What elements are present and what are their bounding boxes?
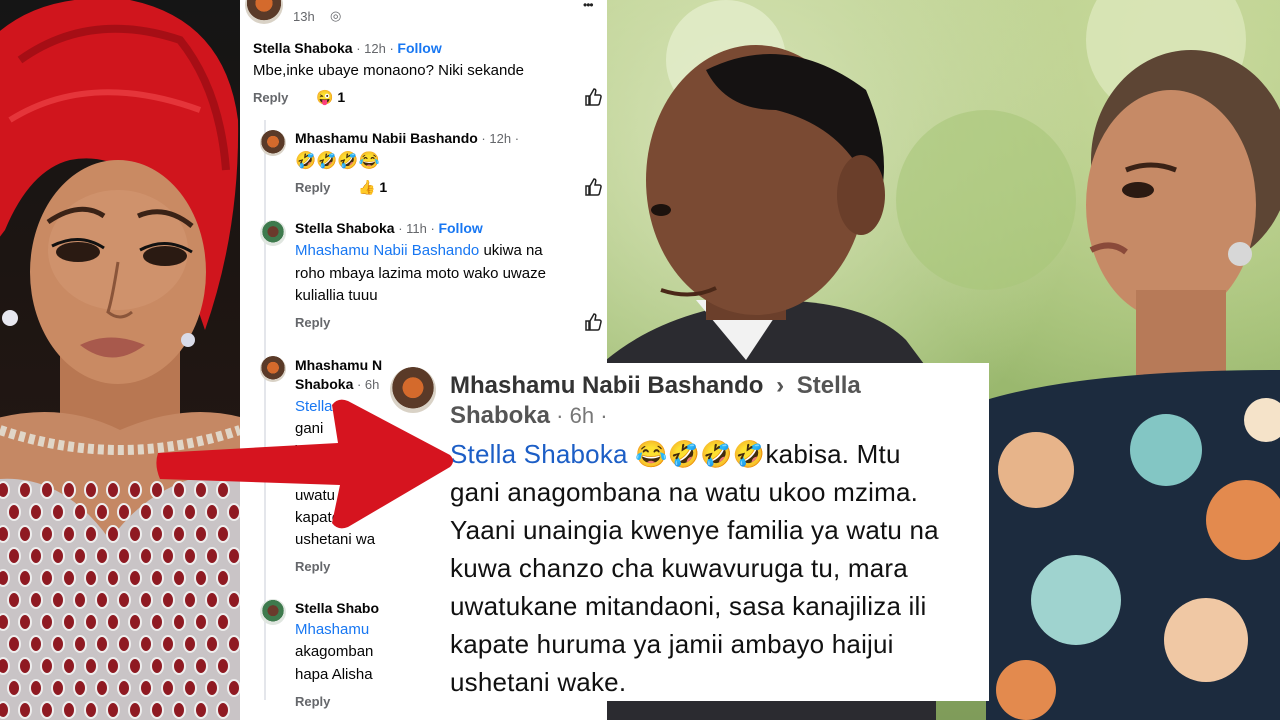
comment-author[interactable]: Mhashamu Nabii Bashando	[450, 372, 763, 399]
zoomed-comment-text: ushetani wake.	[450, 667, 627, 697]
zoomed-comment-text: kapate huruma ya jamii ambayo haijui	[450, 629, 894, 659]
like-reaction-icon: 👍	[358, 179, 376, 195]
zoomed-comment-meta: Shaboka · 6h ·	[450, 402, 608, 429]
zoomed-comment-text: Yaani unaingia kwenye familia ya watu na	[450, 515, 939, 545]
follow-button[interactable]: Follow	[397, 40, 441, 56]
comment-text: roho mbaya lazima moto wako uwaze	[295, 265, 546, 282]
avatar[interactable]	[260, 130, 286, 156]
comment-author-line: Shaboka · 6h	[295, 376, 380, 392]
zoomed-comment-author-line: Mhashamu Nabii Bashando › Stella	[450, 372, 861, 400]
thumbs-up-icon[interactable]	[583, 312, 603, 332]
mention-link[interactable]: Mhashamu	[295, 621, 369, 638]
comment-author[interactable]: Mhashamu Nabii Bashando	[295, 130, 478, 146]
zoomed-comment-text: Stella Shaboka 😂🤣🤣🤣kabisa. Mtu	[450, 439, 901, 469]
comment-author[interactable]: Stella Shabo	[295, 600, 379, 616]
thumbs-up-icon[interactable]	[583, 177, 603, 197]
avatar[interactable]	[260, 356, 286, 382]
reaction-count: 👍 1	[358, 179, 388, 195]
laughing-emoji-icons: 😂🤣🤣🤣	[635, 439, 766, 469]
comment-author[interactable]: Stella Shaboka	[253, 40, 353, 56]
comment-text: akagomban	[295, 643, 374, 660]
reply-recipient[interactable]: Stella	[797, 372, 861, 399]
comment-time: 6h	[364, 377, 380, 392]
comment-text: kuliallia tuuu	[295, 287, 378, 304]
more-options-icon[interactable]: •••	[583, 0, 594, 12]
reply-button[interactable]: Reply	[295, 315, 330, 330]
laughing-face-icon: 😜	[316, 89, 334, 105]
mention-link[interactable]: Stella Shaboka	[450, 439, 628, 469]
reaction-count: 😜 1	[316, 89, 346, 105]
comment-time: 13h	[293, 9, 315, 24]
comment-time: 6h	[569, 403, 595, 428]
reply-button[interactable]: Reply	[295, 180, 330, 195]
globe-icon: ◎	[330, 8, 342, 23]
comment-text: hapa Alisha	[295, 666, 373, 683]
reply-button[interactable]: Reply	[295, 694, 330, 709]
comment-author[interactable]: Stella Shaboka	[295, 220, 395, 236]
comment-time: 12h	[489, 131, 512, 146]
comment-text: Mhashamu Nabii Bashando ukiwa na	[295, 242, 543, 259]
comment-time: 11h	[406, 221, 427, 236]
avatar[interactable]	[260, 599, 286, 625]
zoomed-comment-text: gani anagombana na watu ukoo mzima.	[450, 477, 919, 507]
left-photo	[0, 0, 240, 720]
emoji-comment-text: 🤣🤣🤣😂	[295, 151, 380, 170]
zoomed-comment-text: kuwa chanzo cha kuwavuruga tu, mara	[450, 553, 908, 583]
comment-author-line: Stella Shaboka · 11h · Follow	[295, 220, 483, 236]
dress-pattern-image	[0, 481, 240, 719]
chevron-right-icon: ›	[776, 372, 785, 399]
avatar[interactable]	[245, 0, 283, 24]
comment-time: 12h	[364, 41, 386, 56]
avatar[interactable]	[260, 220, 286, 246]
follow-button[interactable]: Follow	[438, 220, 482, 236]
red-arrow-icon	[156, 399, 453, 529]
reply-button[interactable]: Reply	[253, 90, 288, 105]
zoomed-comment-text: uwatukane mitandaoni, sasa kanajiliza il…	[450, 591, 927, 621]
zoomed-comment-card: Mhashamu Nabii Bashando › Stella Shaboka…	[386, 363, 989, 701]
comment-text: Mbe,inke ubaye monaono? Niki sekande	[253, 62, 525, 79]
reply-button[interactable]: Reply	[295, 559, 330, 574]
thumbs-up-icon[interactable]	[583, 87, 603, 107]
comment-author[interactable]: Mhashamu N	[295, 357, 382, 373]
comment-author-line: Mhashamu Nabii Bashando · 12h ·	[295, 130, 520, 146]
mention-link[interactable]: Mhashamu Nabii Bashando	[295, 242, 479, 259]
comment-author-line: Stella Shaboka · 12h · Follow	[253, 40, 442, 56]
